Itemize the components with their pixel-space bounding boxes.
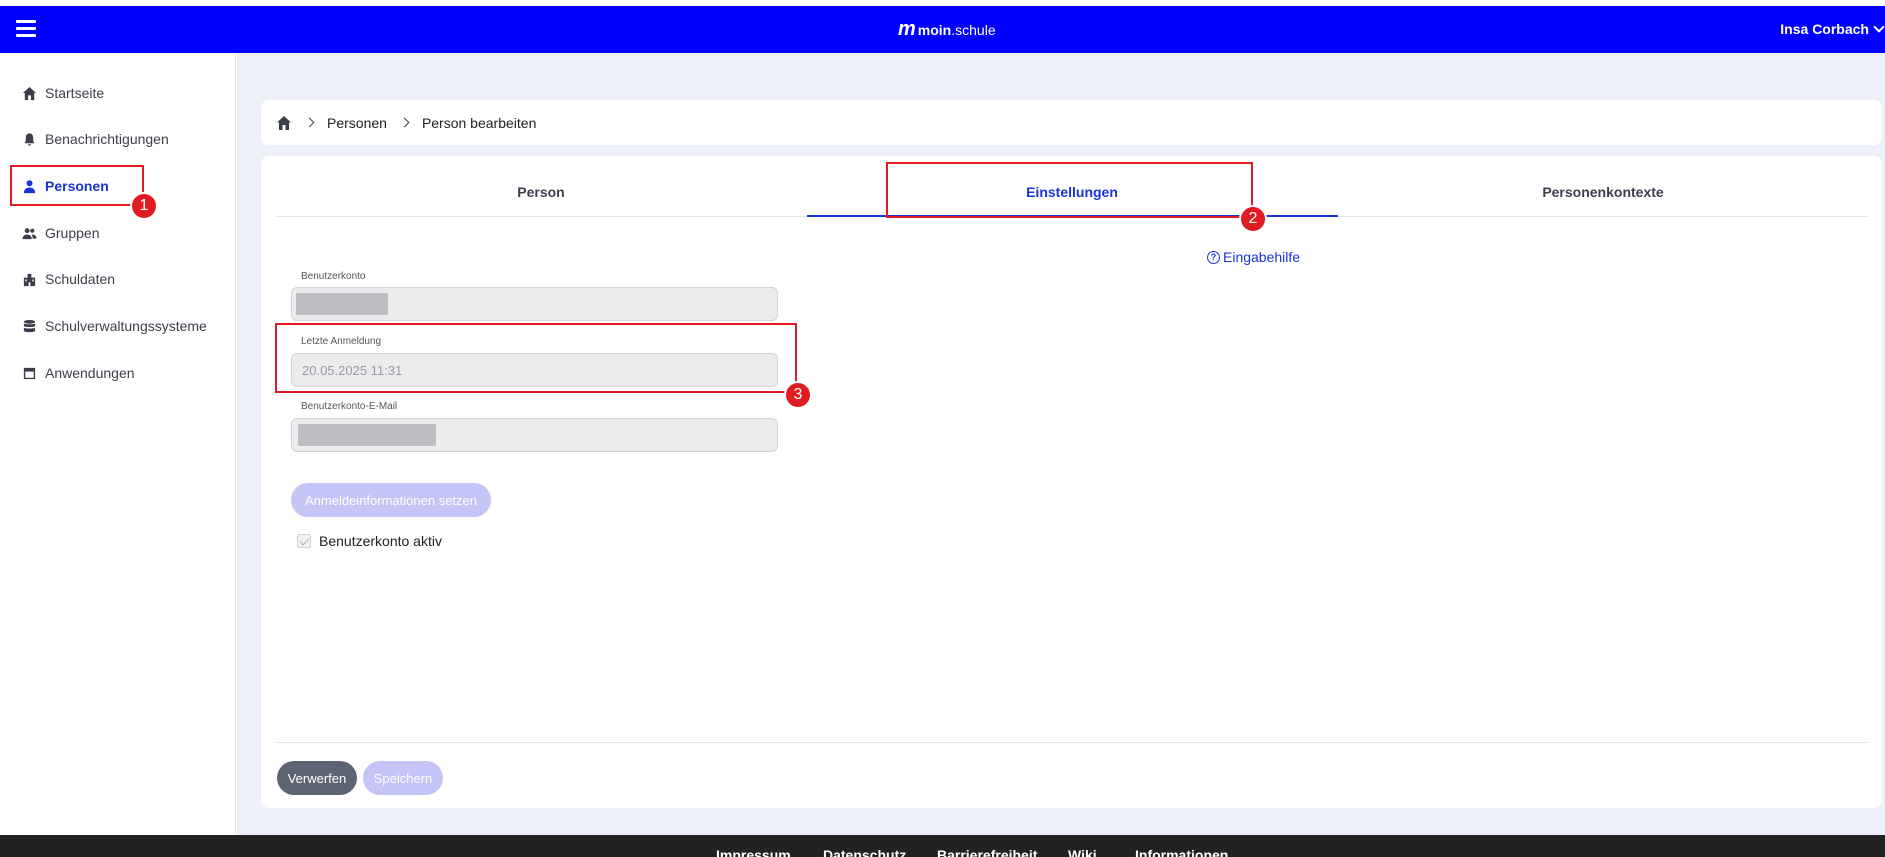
account-active-checkbox[interactable] [297,534,311,548]
breadcrumb-current: Person bearbeiten [421,114,537,131]
sidebar-item-label: Benachrichtigungen [45,131,169,147]
card-footer-divider [276,742,1868,743]
chevron-right-icon [399,117,410,128]
help-link[interactable]: ? Eingabehilfe [1207,249,1300,265]
redacted-value [296,293,388,315]
set-credentials-button[interactable]: Anmeldeinformationen setzen [291,483,491,517]
footer: Impressum Datenschutz Barrierefreiheit W… [0,835,1885,857]
chevron-down-icon [1873,21,1885,33]
tab-person[interactable]: Person [276,184,806,214]
account-active-row: Benutzerkonto aktiv [297,533,442,549]
breadcrumb: Personen Person bearbeiten [261,100,1882,145]
bell-icon [24,132,35,146]
email-field [291,418,778,452]
footer-link-barrierefreiheit[interactable]: Barrierefreiheit [937,847,1037,857]
sidebar-item-gruppen[interactable]: Gruppen [22,221,99,245]
help-circle-icon: ? [1207,250,1220,264]
sidebar-item-label: Anwendungen [45,365,135,381]
save-button[interactable]: Speichern [363,761,443,795]
account-active-label: Benutzerkonto aktiv [319,533,442,549]
brand-logo[interactable]: m moin.schule [898,18,996,41]
annotation-badge-3: 3 [784,381,812,409]
database-icon [23,319,36,332]
sidebar-item-label: Schuldaten [45,271,116,287]
edit-person-card: Person Einstellungen Personenkontexte ? … [261,156,1882,808]
app-icon [23,367,36,379]
chevron-right-icon [304,117,315,128]
footer-link-impressum[interactable]: Impressum [716,847,791,857]
home-icon [22,86,37,100]
sidebar-item-schulverwaltungssysteme[interactable]: Schulverwaltungssysteme [22,314,207,338]
annotation-box-2 [886,162,1253,218]
annotation-badge-1: 1 [130,192,158,220]
user-name: Insa Corbach [1780,21,1869,37]
help-label: Eingabehilfe [1223,249,1301,265]
brand-name-bold: moin [917,21,952,38]
menu-icon[interactable] [16,20,36,38]
annotation-box-3 [275,323,797,393]
sidebar-item-schuldaten[interactable]: Schuldaten [22,267,115,291]
annotation-box-1 [10,165,144,206]
email-label: Benutzerkonto-E-Mail [301,401,398,412]
sidebar-item-anwendungen[interactable]: Anwendungen [22,361,135,385]
footer-link-datenschutz[interactable]: Datenschutz [823,847,906,857]
annotation-badge-2: 2 [1239,205,1267,233]
account-field [291,287,778,321]
logo-mark-icon: m [898,18,916,40]
user-menu[interactable]: Insa Corbach [1780,21,1885,37]
tab-label: Personenkontexte [1542,184,1664,200]
redacted-value [298,424,436,446]
home-icon[interactable] [276,115,292,131]
sidebar-item-label: Gruppen [45,225,100,241]
sidebar-item-benachrichtigungen[interactable]: Benachrichtigungen [22,127,169,151]
sidebar-item-startseite[interactable]: Startseite [22,81,104,105]
tab-personenkontexte[interactable]: Personenkontexte [1338,184,1868,214]
account-label: Benutzerkonto [301,271,366,282]
footer-link-wiki[interactable]: Wiki [1068,847,1097,857]
button-label: Speichern [373,770,433,786]
school-icon [23,273,36,286]
breadcrumb-link-personen[interactable]: Personen [327,115,387,131]
button-label: Verwerfen [287,770,347,786]
group-icon [22,227,37,239]
sidebar-item-label: Schulverwaltungssysteme [45,318,207,334]
discard-button[interactable]: Verwerfen [277,761,357,795]
sidebar-item-label: Startseite [45,85,105,101]
brand-name-rest: .schule [951,21,996,38]
top-bar: m moin.schule Insa Corbach [0,6,1885,53]
footer-link-informationen[interactable]: Informationen [1135,847,1228,857]
button-label: Anmeldeinformationen setzen [305,492,477,508]
tab-label: Person [517,184,565,200]
